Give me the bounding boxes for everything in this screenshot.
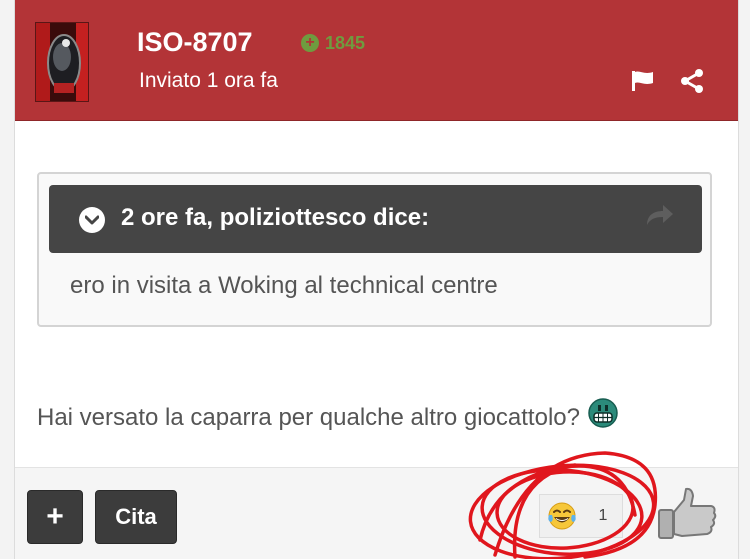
avatar[interactable] [35, 22, 89, 102]
quote-header[interactable]: 2 ore fa, poliziottesco dice: [49, 185, 702, 253]
chevron-down-icon[interactable] [79, 207, 105, 233]
post-message-text: Hai versato la caparra per qualche altro… [37, 404, 580, 431]
reputation-count: 1845 [325, 32, 366, 53]
reputation-badge: + 1845 [301, 32, 365, 54]
flag-icon[interactable] [631, 70, 655, 97]
quote-title: 2 ore fa, poliziottesco dice: [121, 204, 430, 231]
plus-circle-icon: + [301, 34, 319, 52]
post-message: Hai versato la caparra per qualche altro… [37, 398, 618, 438]
author-name[interactable]: ISO-8707 [137, 26, 253, 58]
post-card: ISO-8707 + 1845 Inviato 1 ora fa 2 ore f… [14, 0, 739, 559]
grin-emoji-icon [588, 398, 618, 438]
post-footer: + Cita 1 [15, 467, 738, 559]
quote-text: ero in visita a Woking al technical cent… [70, 272, 498, 299]
post-timestamp[interactable]: Inviato 1 ora fa [139, 68, 278, 94]
share-icon[interactable] [680, 69, 704, 98]
quote-button[interactable]: Cita [95, 490, 177, 544]
reaction-summary[interactable]: 1 [539, 494, 623, 538]
post-header: ISO-8707 + 1845 Inviato 1 ora fa [15, 0, 738, 121]
multiquote-button[interactable]: + [27, 490, 83, 544]
thumbs-up-icon[interactable] [656, 486, 718, 547]
quote-block: 2 ore fa, poliziottesco dice: ero in vis… [37, 172, 712, 327]
share-arrow-icon[interactable] [645, 203, 675, 232]
laughing-tears-emoji-icon [540, 495, 584, 537]
reaction-count: 1 [598, 507, 608, 524]
